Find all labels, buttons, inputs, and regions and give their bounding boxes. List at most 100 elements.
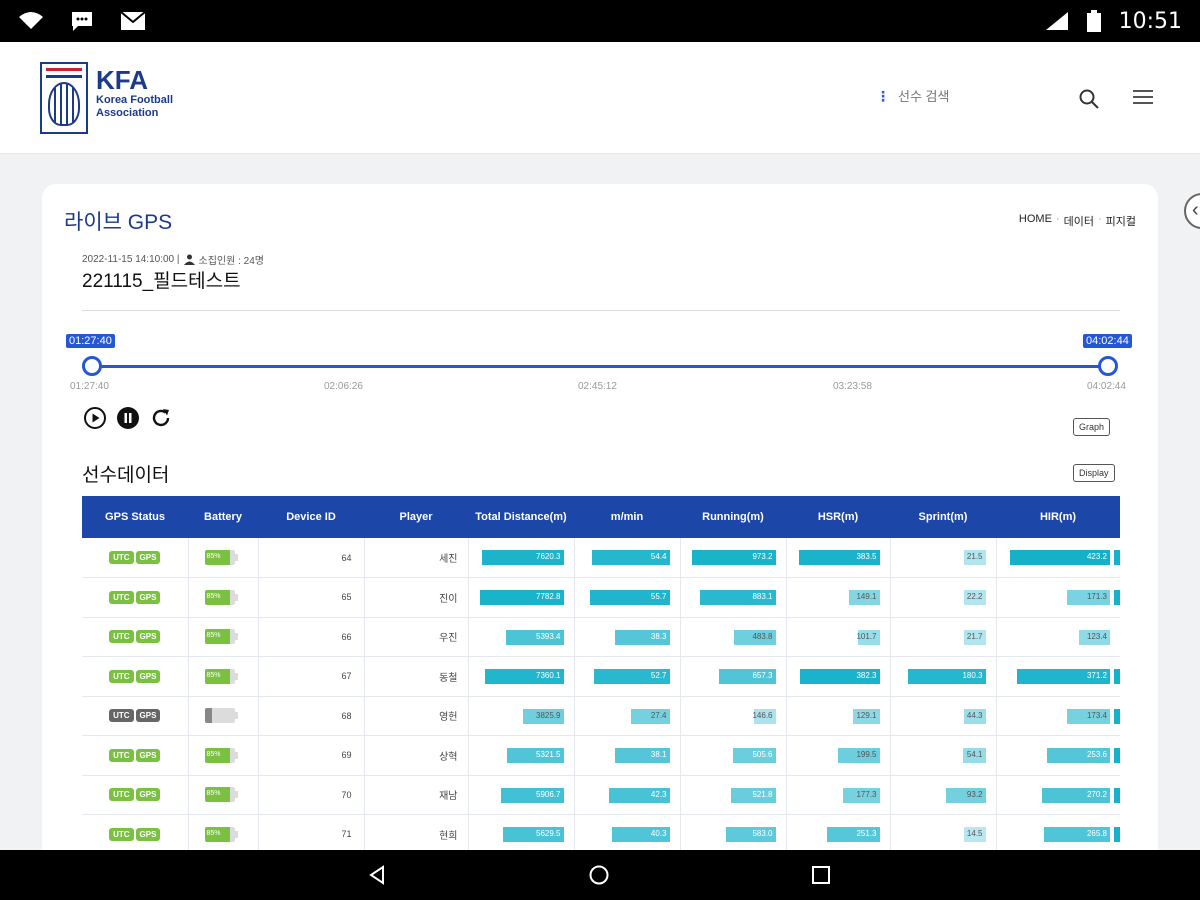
table-row[interactable]: UTC GPS 85% 65 진이 7782.8 55.7 883.1 149.1 22.2 171… bbox=[82, 577, 1120, 618]
running-cell: 657.3 bbox=[680, 656, 787, 697]
hsr-cell: 101.7 bbox=[786, 617, 891, 657]
total-value: 7360.1 bbox=[536, 671, 561, 680]
player-name-cell[interactable]: 상혁 bbox=[364, 735, 469, 776]
table-row[interactable]: UTC GPS 85% 69 상혁 5321.5 38.1 505.6 199.5 54.1 253… bbox=[82, 735, 1120, 776]
utc-status-badge: UTC bbox=[109, 669, 134, 683]
breadcrumb-physical[interactable]: 피지컬 bbox=[1106, 213, 1136, 229]
recents-icon[interactable] bbox=[810, 864, 832, 886]
gps-status-badge: GPS bbox=[135, 669, 161, 683]
sprint-bar: 21.5 bbox=[963, 550, 986, 565]
gps-status-cell: UTC GPS bbox=[82, 775, 189, 815]
running-bar: 883.1 bbox=[699, 590, 776, 605]
col-total-distance[interactable]: Total Distance(m) bbox=[468, 496, 574, 538]
utc-status-badge: UTC bbox=[109, 788, 134, 802]
hamburger-menu-icon[interactable] bbox=[1133, 90, 1153, 106]
running-value: 657.3 bbox=[752, 671, 773, 680]
hsr-bar: 199.5 bbox=[837, 748, 880, 763]
battery-percent: 85% bbox=[206, 790, 221, 798]
mmin-bar: 38.3 bbox=[614, 629, 670, 645]
breadcrumb-home[interactable]: HOME bbox=[1019, 213, 1052, 229]
graph-button[interactable]: Graph bbox=[1073, 418, 1111, 436]
total-bar: 3825.9 bbox=[522, 708, 564, 724]
table-row[interactable]: UTC GPS 85% 70 재남 5906.7 42.3 521.8 177.3 93.2 270… bbox=[82, 775, 1120, 815]
running-bar: 973.2 bbox=[691, 550, 776, 565]
player-name-cell[interactable]: 세진 bbox=[364, 538, 469, 578]
kfa-logo[interactable]: KFA Korea Football Association bbox=[40, 62, 173, 134]
hir-cell: 253.6 bbox=[996, 735, 1120, 776]
gps-status-cell: UTC GPS bbox=[82, 617, 189, 657]
sprint-cell: 21.7 bbox=[890, 617, 997, 657]
col-gps-status[interactable]: GPS Status bbox=[82, 496, 188, 538]
hir-cell: 423.2 bbox=[996, 538, 1120, 578]
utc-status-badge: UTC bbox=[109, 551, 134, 564]
battery-cell: 85% bbox=[188, 617, 259, 657]
display-button[interactable]: Display bbox=[1073, 464, 1115, 482]
page-title: 라이브 GPS bbox=[64, 211, 173, 234]
sprint-cell: 14.5 bbox=[890, 814, 997, 855]
overflow-indicator bbox=[1114, 748, 1120, 763]
player-name-cell[interactable]: 진이 bbox=[364, 577, 469, 618]
col-running[interactable]: Running(m) bbox=[680, 496, 786, 538]
breadcrumb-data[interactable]: 데이터 bbox=[1064, 213, 1094, 229]
device-id-cell: 70 bbox=[258, 775, 365, 815]
search-icon[interactable] bbox=[1078, 88, 1100, 110]
col-player[interactable]: Player bbox=[364, 496, 468, 538]
player-name-cell[interactable]: 현희 bbox=[364, 814, 469, 855]
signal-icon bbox=[1045, 12, 1068, 30]
player-name-cell[interactable]: 동철 bbox=[364, 656, 469, 697]
mmin-cell: 52.7 bbox=[574, 656, 681, 697]
total-value: 5321.5 bbox=[536, 750, 561, 759]
utc-status-badge: UTC bbox=[109, 590, 134, 604]
gps-status-badge: GPS bbox=[135, 630, 161, 644]
refresh-icon[interactable] bbox=[149, 406, 173, 430]
gps-status-cell: UTC GPS bbox=[82, 656, 189, 697]
player-name-cell[interactable]: 재남 bbox=[364, 775, 469, 815]
col-m-per-min[interactable]: m/min bbox=[574, 496, 680, 538]
col-device-id[interactable]: Device ID bbox=[258, 496, 364, 538]
battery-percent: 85% bbox=[206, 671, 221, 679]
total-cell: 3825.9 bbox=[468, 696, 575, 736]
table-row[interactable]: UTC GPS 85% 64 세진 7620.3 54.4 973.2 383.5 21.5 423… bbox=[82, 538, 1120, 578]
total-bar: 5629.5 bbox=[502, 827, 564, 842]
table-row[interactable]: UTC GPS 85% 67 동철 7360.1 52.7 657.3 382.3 180.3 37… bbox=[82, 656, 1120, 697]
hir-cell: 371.2 bbox=[996, 656, 1120, 697]
sprint-value: 21.7 bbox=[966, 631, 983, 641]
col-battery[interactable]: Battery bbox=[188, 496, 258, 538]
running-cell: 483.8 bbox=[680, 617, 787, 657]
battery-level-icon: 85% bbox=[204, 629, 235, 645]
collapse-panel-button[interactable] bbox=[1184, 193, 1200, 229]
mmin-bar: 54.4 bbox=[591, 550, 670, 565]
hir-bar: 173.4 bbox=[1067, 708, 1110, 724]
timeline-track[interactable] bbox=[92, 365, 1108, 368]
back-icon[interactable] bbox=[366, 864, 388, 886]
range-start-handle[interactable] bbox=[82, 356, 102, 376]
hsr-bar: 251.3 bbox=[826, 827, 880, 842]
table-row[interactable]: UTC GPS 85% 71 현희 5629.5 40.3 583.0 251.3 14.5 265… bbox=[82, 814, 1120, 855]
total-value: 5906.7 bbox=[536, 789, 561, 799]
col-hir[interactable]: HIR(m) bbox=[996, 496, 1120, 538]
range-end-handle[interactable] bbox=[1098, 356, 1118, 376]
table-row[interactable]: UTC GPS 85% 66 우진 5393.4 38.3 483.8 101.7 21.7 123… bbox=[82, 617, 1120, 657]
hir-bar: 423.2 bbox=[1010, 550, 1110, 565]
home-icon[interactable] bbox=[588, 864, 610, 886]
table-row[interactable]: UTC GPS 68 영헌 3825.9 27.4 146.6 129.1 44.3 173.4 bbox=[82, 696, 1120, 736]
divider bbox=[82, 310, 1120, 311]
more-vertical-icon: ⋮ bbox=[876, 88, 890, 104]
running-bar: 583.0 bbox=[725, 827, 776, 842]
col-hsr[interactable]: HSR(m) bbox=[786, 496, 890, 538]
pause-icon[interactable] bbox=[116, 406, 140, 430]
range-end-label: 04:02:44 bbox=[1083, 334, 1132, 348]
sprint-bar: 93.2 bbox=[945, 787, 986, 803]
breadcrumb: HOME · 데이터 · 피지컬 bbox=[1018, 213, 1136, 229]
battery-percent: 85% bbox=[206, 632, 221, 640]
player-name-cell[interactable]: 우진 bbox=[364, 617, 469, 657]
logo-subtitle-2: Association bbox=[96, 107, 159, 119]
play-icon[interactable] bbox=[83, 406, 107, 430]
running-value: 483.8 bbox=[752, 631, 773, 641]
search-input[interactable] bbox=[898, 89, 1058, 104]
sprint-cell: 93.2 bbox=[890, 775, 997, 815]
player-name-cell[interactable]: 영헌 bbox=[364, 696, 469, 736]
battery-percent: 85% bbox=[206, 553, 221, 560]
hsr-value: 101.7 bbox=[856, 631, 877, 641]
col-sprint[interactable]: Sprint(m) bbox=[890, 496, 996, 538]
